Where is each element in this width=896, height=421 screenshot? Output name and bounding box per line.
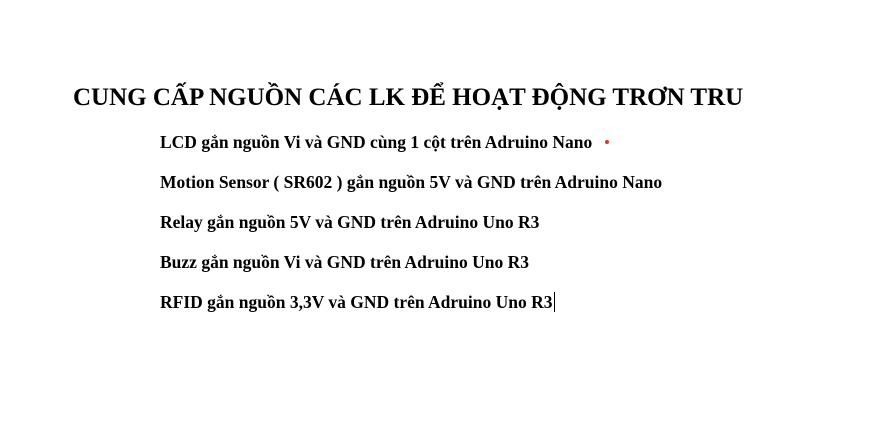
body-line-rfid: RFID gắn nguồn 3,3V và GND trên Adruino … — [160, 290, 662, 330]
body-text-list: LCD gắn nguồn Vi và GND cùng 1 cột trên … — [160, 130, 662, 330]
line-text: RFID gắn nguồn 3,3V và GND trên Adruino … — [160, 292, 553, 312]
text-caret-icon — [553, 291, 555, 312]
document-heading: CUNG CẤP NGUỒN CÁC LK ĐỂ HOẠT ĐỘNG TRƠN … — [73, 84, 744, 111]
red-marker-dot-icon — [605, 139, 610, 144]
line-text: Motion Sensor ( SR602 ) gắn nguồn 5V và … — [160, 172, 663, 192]
document-page[interactable]: CUNG CẤP NGUỒN CÁC LK ĐỂ HOẠT ĐỘNG TRƠN … — [0, 0, 896, 421]
body-line-relay: Relay gắn nguồn 5V và GND trên Adruino U… — [160, 210, 662, 250]
body-line-lcd: LCD gắn nguồn Vi và GND cùng 1 cột trên … — [160, 130, 662, 170]
body-line-buzz: Buzz gắn nguồn Vi và GND trên Adruino Un… — [160, 250, 662, 290]
line-text: Buzz gắn nguồn Vi và GND trên Adruino Un… — [160, 252, 530, 272]
line-text: LCD gắn nguồn Vi và GND cùng 1 cột trên … — [160, 132, 593, 152]
line-text: Relay gắn nguồn 5V và GND trên Adruino U… — [160, 212, 540, 232]
body-line-motion-sensor: Motion Sensor ( SR602 ) gắn nguồn 5V và … — [160, 170, 662, 210]
